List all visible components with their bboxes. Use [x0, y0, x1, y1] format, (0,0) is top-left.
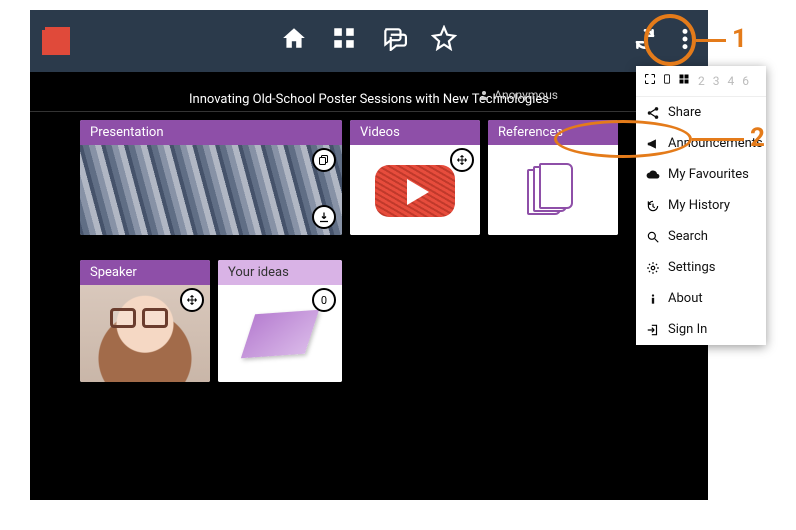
menu-history[interactable]: My History — [636, 190, 766, 221]
app-window: Innovating Old-School Poster Sessions wi… — [30, 10, 708, 500]
menu-about[interactable]: About — [636, 283, 766, 314]
card-speaker[interactable]: Speaker — [80, 260, 210, 382]
card-title: References — [488, 120, 618, 145]
download-icon[interactable] — [312, 205, 336, 229]
move-icon[interactable] — [450, 148, 474, 172]
card-title: Speaker — [80, 260, 210, 285]
megaphone-icon — [646, 137, 660, 151]
info-icon — [646, 292, 660, 306]
sticky-note-graphic — [241, 310, 319, 358]
fullscreen-icon[interactable] — [644, 73, 656, 89]
annotation-label-1: 1 — [732, 24, 747, 54]
glasses-graphic — [110, 308, 168, 328]
share-icon — [646, 106, 660, 120]
nav-icon-group — [281, 25, 457, 55]
menu-search[interactable]: Search — [636, 221, 766, 252]
move-icon[interactable] — [180, 288, 204, 312]
menu-share[interactable]: Share — [636, 97, 766, 128]
zoom-6[interactable]: 6 — [742, 74, 749, 88]
count-badge[interactable]: 0 — [312, 288, 336, 312]
menu-label: About — [668, 291, 703, 306]
menu-label: Settings — [668, 260, 715, 275]
book-icon — [523, 161, 583, 221]
gear-icon — [646, 261, 660, 275]
board-area[interactable]: Presentation Videos References — [80, 120, 688, 500]
home-icon[interactable] — [281, 25, 307, 55]
card-references[interactable]: References — [488, 120, 618, 235]
card-presentation[interactable]: Presentation — [80, 120, 342, 235]
view-controls: 2 3 4 6 — [636, 66, 766, 97]
menu-label: My Favourites — [668, 167, 749, 182]
menu-label: Share — [668, 105, 701, 120]
annotation-line-1 — [696, 39, 726, 42]
card-image — [488, 145, 618, 235]
card-image — [80, 145, 342, 235]
zoom-2[interactable]: 2 — [698, 74, 705, 88]
page-title-strip: Innovating Old-School Poster Sessions wi… — [30, 88, 708, 112]
card-title: Your ideas — [218, 260, 342, 285]
menu-label: My History — [668, 198, 730, 213]
menu-label: Search — [668, 229, 708, 244]
cloud-icon — [646, 168, 660, 182]
copy-icon[interactable] — [312, 148, 336, 172]
signin-icon — [646, 323, 660, 337]
card-title: Presentation — [80, 120, 342, 145]
zoom-4[interactable]: 4 — [728, 74, 735, 88]
zoom-3[interactable]: 3 — [713, 74, 720, 88]
menu-signin[interactable]: Sign In — [636, 314, 766, 345]
more-menu-panel: 2 3 4 6 Share Announcements My Favourite… — [636, 66, 766, 345]
youtube-icon — [375, 165, 455, 217]
apps-icon[interactable] — [331, 25, 357, 55]
annotation-line-2 — [692, 138, 744, 141]
user-label: Anonymous — [494, 88, 558, 102]
header-right-group — [632, 26, 698, 56]
annotation-label-2: 2 — [750, 123, 765, 153]
star-icon[interactable] — [431, 25, 457, 55]
chat-icon[interactable] — [381, 25, 407, 55]
user-badge[interactable]: Anonymous — [478, 88, 558, 102]
header-bar — [30, 10, 708, 72]
card-videos[interactable]: Videos — [350, 120, 480, 235]
menu-announcements[interactable]: Announcements — [636, 128, 766, 159]
refresh-icon[interactable] — [632, 26, 658, 56]
phone-icon[interactable] — [662, 72, 672, 90]
card-title: Videos — [350, 120, 480, 145]
more-menu-icon[interactable] — [672, 26, 698, 56]
search-icon — [646, 230, 660, 244]
card-ideas[interactable]: Your ideas 0 — [218, 260, 342, 382]
grid-icon[interactable] — [678, 73, 690, 89]
menu-label: Sign In — [668, 322, 707, 337]
history-icon — [646, 199, 660, 213]
app-logo[interactable] — [42, 27, 70, 55]
menu-settings[interactable]: Settings — [636, 252, 766, 283]
menu-favourites[interactable]: My Favourites — [636, 159, 766, 190]
